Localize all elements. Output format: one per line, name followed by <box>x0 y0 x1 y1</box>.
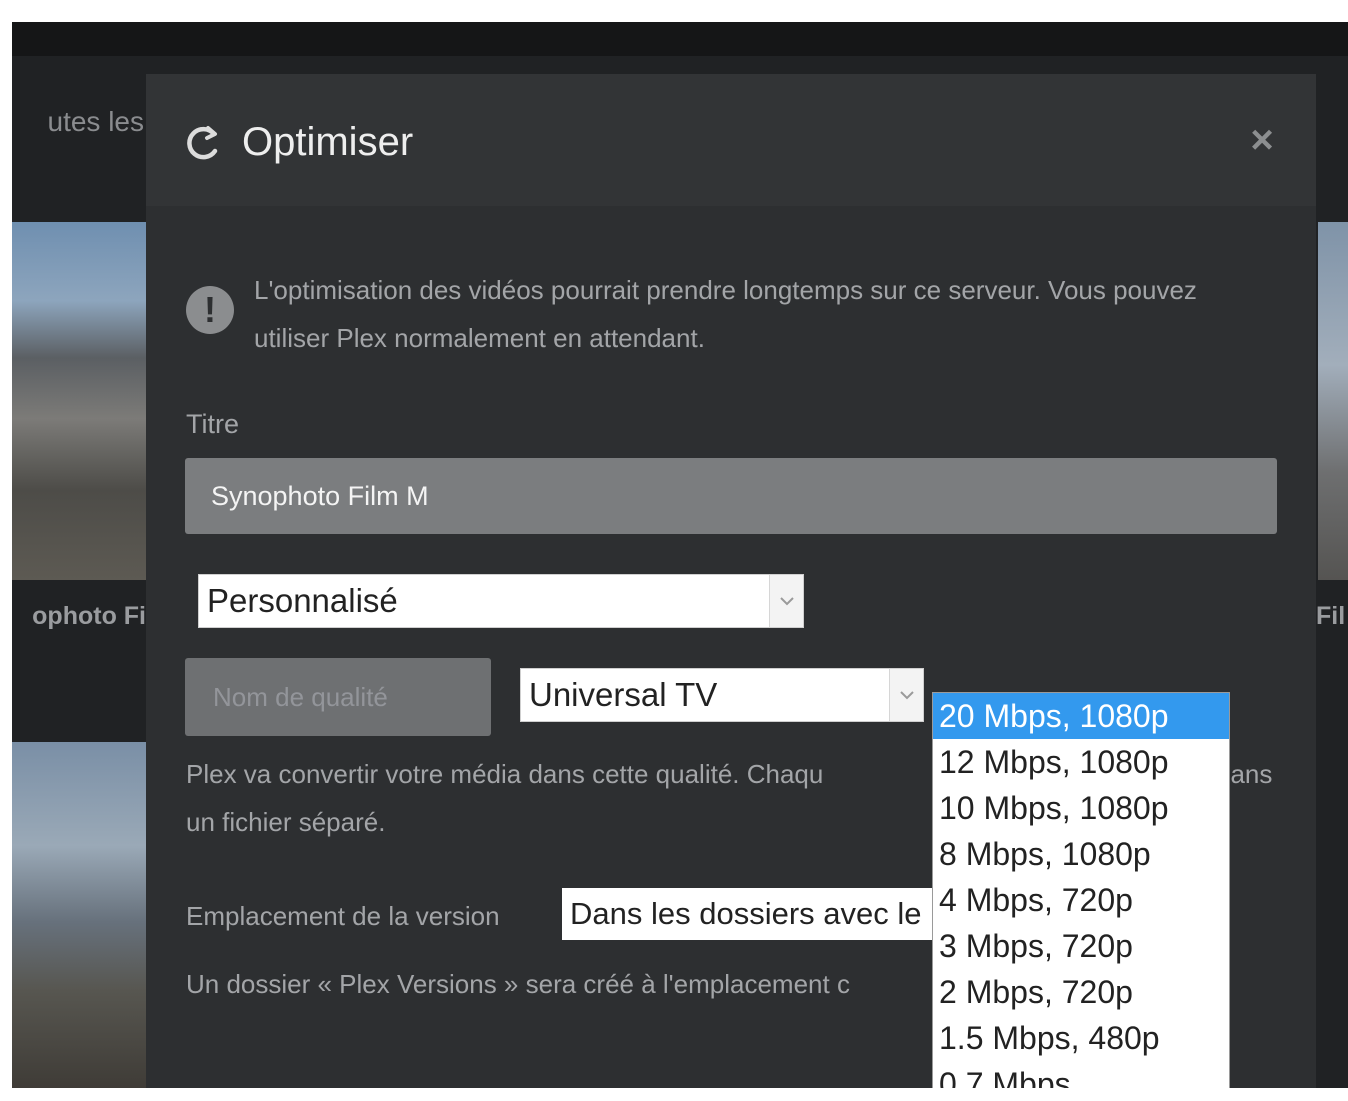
chevron-down-icon[interactable] <box>889 669 923 721</box>
bitrate-option[interactable]: 20 Mbps, 1080p <box>933 693 1229 739</box>
preset-select[interactable]: Personnalisé <box>198 574 804 628</box>
bitrate-dropdown-list[interactable]: 20 Mbps, 1080p 12 Mbps, 1080p 10 Mbps, 108… <box>932 692 1230 1088</box>
poster-thumbnail[interactable] <box>12 742 146 1088</box>
poster-caption: Fil <box>1316 602 1346 630</box>
library-filter-dropdown[interactable]: utes les <box>12 102 152 142</box>
bitrate-option[interactable]: 10 Mbps, 1080p <box>933 785 1229 831</box>
app-window: utes les ophoto Fi Fil Optimiser × ! L'o… <box>12 22 1348 1088</box>
top-bar <box>12 22 1348 56</box>
quality-name-input[interactable]: Nom de qualité <box>185 658 491 736</box>
bitrate-option[interactable]: 4 Mbps, 720p <box>933 877 1229 923</box>
location-select[interactable]: Dans les dossiers avec le <box>562 888 942 940</box>
location-select-value: Dans les dossiers avec le <box>570 896 922 931</box>
device-select-value: Universal TV <box>529 676 718 713</box>
bitrate-option[interactable]: 0.7 Mbps <box>933 1061 1229 1088</box>
dialog-title: Optimiser <box>242 120 414 164</box>
location-note: Un dossier « Plex Versions » sera créé à… <box>186 969 850 999</box>
close-icon[interactable]: × <box>1244 120 1280 160</box>
bitrate-option[interactable]: 2 Mbps, 720p <box>933 969 1229 1015</box>
poster-thumbnail[interactable] <box>1318 222 1348 580</box>
bitrate-option[interactable]: 12 Mbps, 1080p <box>933 739 1229 785</box>
preset-select-value: Personnalisé <box>207 582 398 619</box>
warning-message: L'optimisation des vidéos pourrait prend… <box>254 275 1197 353</box>
optimize-icon <box>187 126 218 160</box>
bitrate-option[interactable]: 8 Mbps, 1080p <box>933 831 1229 877</box>
chevron-down-icon[interactable] <box>769 575 803 627</box>
dialog-header: Optimiser × <box>146 74 1316 206</box>
device-select[interactable]: Universal TV <box>520 668 924 722</box>
exclamation-icon: ! <box>186 286 234 334</box>
location-label: Emplacement de la version <box>186 901 500 931</box>
bitrate-option[interactable]: 1.5 Mbps, 480p <box>933 1015 1229 1061</box>
title-label: Titre <box>186 409 239 439</box>
poster-thumbnail[interactable] <box>12 222 146 580</box>
title-input[interactable]: Synophoto Film M <box>185 458 1277 534</box>
poster-caption: ophoto Fi <box>32 602 146 630</box>
bitrate-option[interactable]: 3 Mbps, 720p <box>933 923 1229 969</box>
library-filter-label: utes les <box>47 106 145 137</box>
